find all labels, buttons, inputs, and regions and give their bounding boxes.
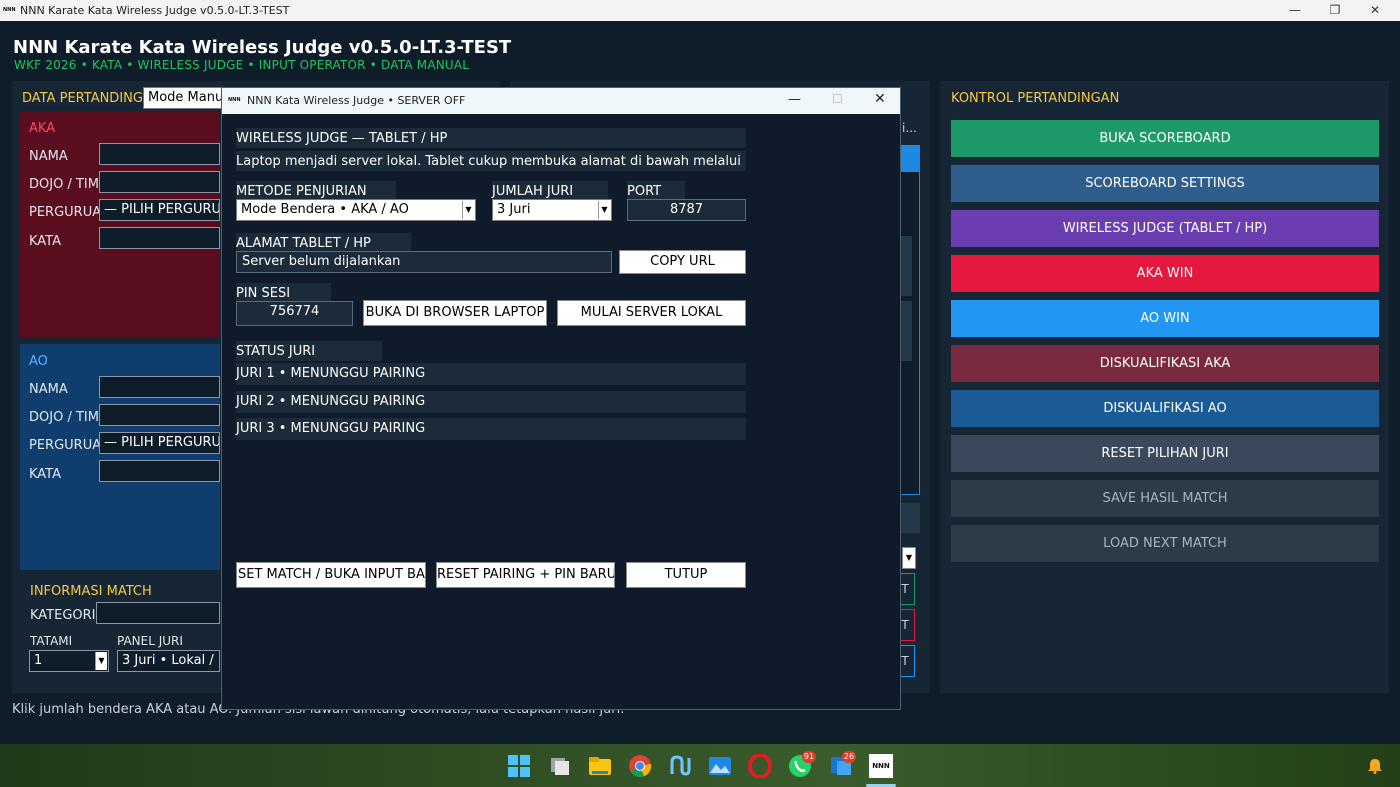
aka-kata-label: KATA: [29, 234, 62, 249]
middle-trunc-text: i...: [902, 121, 917, 135]
metode-select[interactable]: Mode Bendera • AKA / AO: [236, 199, 476, 221]
kontrol-button-ao-win[interactable]: AO WIN: [951, 300, 1379, 337]
status-juri-label: STATUS JURI: [236, 341, 382, 361]
dialog-header: WIRELESS JUDGE — TABLET / HP: [236, 128, 746, 148]
aka-kata-input[interactable]: [99, 227, 220, 249]
aka-perguruan-select[interactable]: — PILIH PERGURUAN: [99, 199, 220, 221]
kontrol-button-load-next-match[interactable]: LOAD NEXT MATCH: [951, 525, 1379, 562]
task-view-icon[interactable]: [548, 754, 572, 778]
app-title: NNN Karate Kata Wireless Judge v0.5.0-LT…: [13, 37, 512, 58]
kontrol-button-save-hasil-match[interactable]: SAVE HASIL MATCH: [951, 480, 1379, 517]
maximize-button[interactable]: ❐: [1315, 0, 1355, 21]
ao-perguruan-select[interactable]: — PILIH PERGURUAN: [99, 432, 220, 454]
panel-juri-select[interactable]: 3 Juri • Lokal / la: [117, 650, 220, 672]
middle-dropdown-icon[interactable]: ▼: [902, 547, 916, 569]
kontrol-heading: KONTROL PERTANDINGAN: [951, 91, 1120, 106]
start-icon[interactable]: [507, 754, 531, 778]
ao-dojo-label: DOJO / TIM: [29, 410, 99, 425]
kategori-input[interactable]: [96, 602, 220, 624]
panel-juri-label: PANEL JURI: [117, 634, 183, 648]
notification-bell-icon[interactable]: [1367, 758, 1383, 774]
middle-block-3: [900, 503, 920, 533]
dialog-title: NNN Kata Wireless Judge • SERVER OFF: [247, 94, 466, 107]
metode-dropdown-icon[interactable]: ▼: [462, 201, 474, 219]
aka-dojo-input[interactable]: [99, 171, 220, 193]
minimize-button[interactable]: —: [1275, 0, 1315, 21]
aka-label: AKA: [29, 121, 56, 136]
middle-blue-bar: [900, 145, 920, 171]
jumlah-juri-select[interactable]: 3 Juri: [492, 199, 612, 221]
dialog-description: Laptop menjadi server lokal. Tablet cuku…: [236, 151, 746, 171]
kontrol-button-diskualifikasi-aka[interactable]: DISKUALIFIKASI AKA: [951, 345, 1379, 382]
aka-nama-input[interactable]: [99, 143, 220, 165]
opera-icon[interactable]: [748, 754, 772, 778]
metode-label: METODE PENJURIAN: [236, 181, 396, 201]
kontrol-button-buka-scoreboard[interactable]: BUKA SCOREBOARD: [951, 120, 1379, 157]
nnn-app-icon[interactable]: NNN: [869, 754, 893, 778]
aka-dojo-label: DOJO / TIM: [29, 177, 99, 192]
pin-value: 756774: [236, 301, 353, 326]
copy-url-button[interactable]: COPY URL: [619, 250, 746, 274]
dialog-titlebar: NNN NNN Kata Wireless Judge • SERVER OFF…: [222, 88, 900, 114]
kontrol-button-diskualifikasi-ao[interactable]: DISKUALIFIKASI AO: [951, 390, 1379, 427]
alamat-input[interactable]: Server belum dijalankan: [236, 251, 612, 273]
aka-nama-label: NAMA: [29, 149, 68, 164]
kontrol-button-wireless-judge-tablet-hp[interactable]: WIRELESS JUDGE (TABLET / HP): [951, 210, 1379, 247]
pin-label: PIN SESI: [236, 283, 331, 303]
mode-select[interactable]: Mode Manual: [143, 87, 233, 109]
photos-icon[interactable]: [708, 754, 732, 778]
middle-block-2: [900, 301, 912, 361]
close-button[interactable]: ✕: [1355, 0, 1395, 21]
ao-kata-input[interactable]: [99, 460, 220, 482]
tatami-label: TATAMI: [30, 634, 73, 648]
dialog-logo-icon: NNN: [228, 97, 241, 103]
data-panel-heading: DATA PERTANDINGAN: [22, 91, 162, 106]
wireless-judge-dialog: NNN NNN Kata Wireless Judge • SERVER OFF…: [221, 87, 901, 710]
set-match-button[interactable]: SET MATCH / BUKA INPUT BA: [236, 562, 426, 588]
kontrol-button-scoreboard-settings[interactable]: SCOREBOARD SETTINGS: [951, 165, 1379, 202]
aka-section: AKA NAMA DOJO / TIM PERGURUAN — PILIH PE…: [20, 111, 220, 337]
ao-section: AO NAMA DOJO / TIM PERGURUAN — PILIH PER…: [20, 344, 220, 570]
app-subtitle: WKF 2026 • KATA • WIRELESS JUDGE • INPUT…: [14, 58, 470, 72]
ao-label: AO: [29, 354, 48, 369]
tutup-button[interactable]: TUTUP: [626, 562, 746, 588]
buka-browser-button[interactable]: BUKA DI BROWSER LAPTOP: [363, 300, 547, 326]
app-logo-icon: NNN: [3, 7, 16, 13]
ao-dojo-input[interactable]: [99, 404, 220, 426]
kontrol-button-reset-pilihan-juri[interactable]: RESET PILIHAN JURI: [951, 435, 1379, 472]
tasks-badge: 26: [842, 751, 856, 763]
alamat-label: ALAMAT TABLET / HP: [236, 233, 411, 253]
jumlah-juri-dropdown-icon[interactable]: ▼: [598, 201, 610, 219]
chrome-icon[interactable]: [628, 754, 652, 778]
tatami-dropdown-icon[interactable]: ▼: [95, 652, 107, 670]
window-titlebar: NNN NNN Karate Kata Wireless Judge v0.5.…: [0, 0, 1400, 21]
dialog-maximize-button[interactable]: ☐: [832, 92, 843, 106]
port-label: PORT: [627, 181, 685, 201]
jumlah-juri-label: JUMLAH JURI: [492, 181, 608, 201]
juri-3-status: JURI 3 • MENUNGGU PAIRING: [236, 418, 746, 440]
info-match-heading: INFORMASI MATCH: [30, 584, 152, 599]
reset-pairing-button[interactable]: RESET PAIRING + PIN BARU: [436, 562, 615, 588]
dialog-close-button[interactable]: ✕: [874, 91, 886, 107]
ao-kata-label: KATA: [29, 467, 62, 482]
window-title: NNN Karate Kata Wireless Judge v0.5.0-LT…: [20, 4, 290, 17]
middle-block-1: [900, 236, 912, 296]
file-explorer-icon[interactable]: [588, 754, 612, 778]
mulai-server-button[interactable]: MULAI SERVER LOKAL: [557, 300, 746, 326]
juri-2-status: JURI 2 • MENUNGGU PAIRING: [236, 391, 746, 413]
taskbar: 91 26 NNN: [0, 744, 1400, 787]
app-n-icon[interactable]: [668, 754, 692, 778]
ao-nama-input[interactable]: [99, 376, 220, 398]
whatsapp-badge: 91: [802, 751, 816, 763]
port-input[interactable]: 8787: [627, 199, 746, 221]
ao-nama-label: NAMA: [29, 382, 68, 397]
kategori-label: KATEGORI: [30, 608, 96, 623]
kontrol-button-aka-win[interactable]: AKA WIN: [951, 255, 1379, 292]
juri-1-status: JURI 1 • MENUNGGU PAIRING: [236, 363, 746, 385]
dialog-minimize-button[interactable]: —: [788, 92, 801, 107]
